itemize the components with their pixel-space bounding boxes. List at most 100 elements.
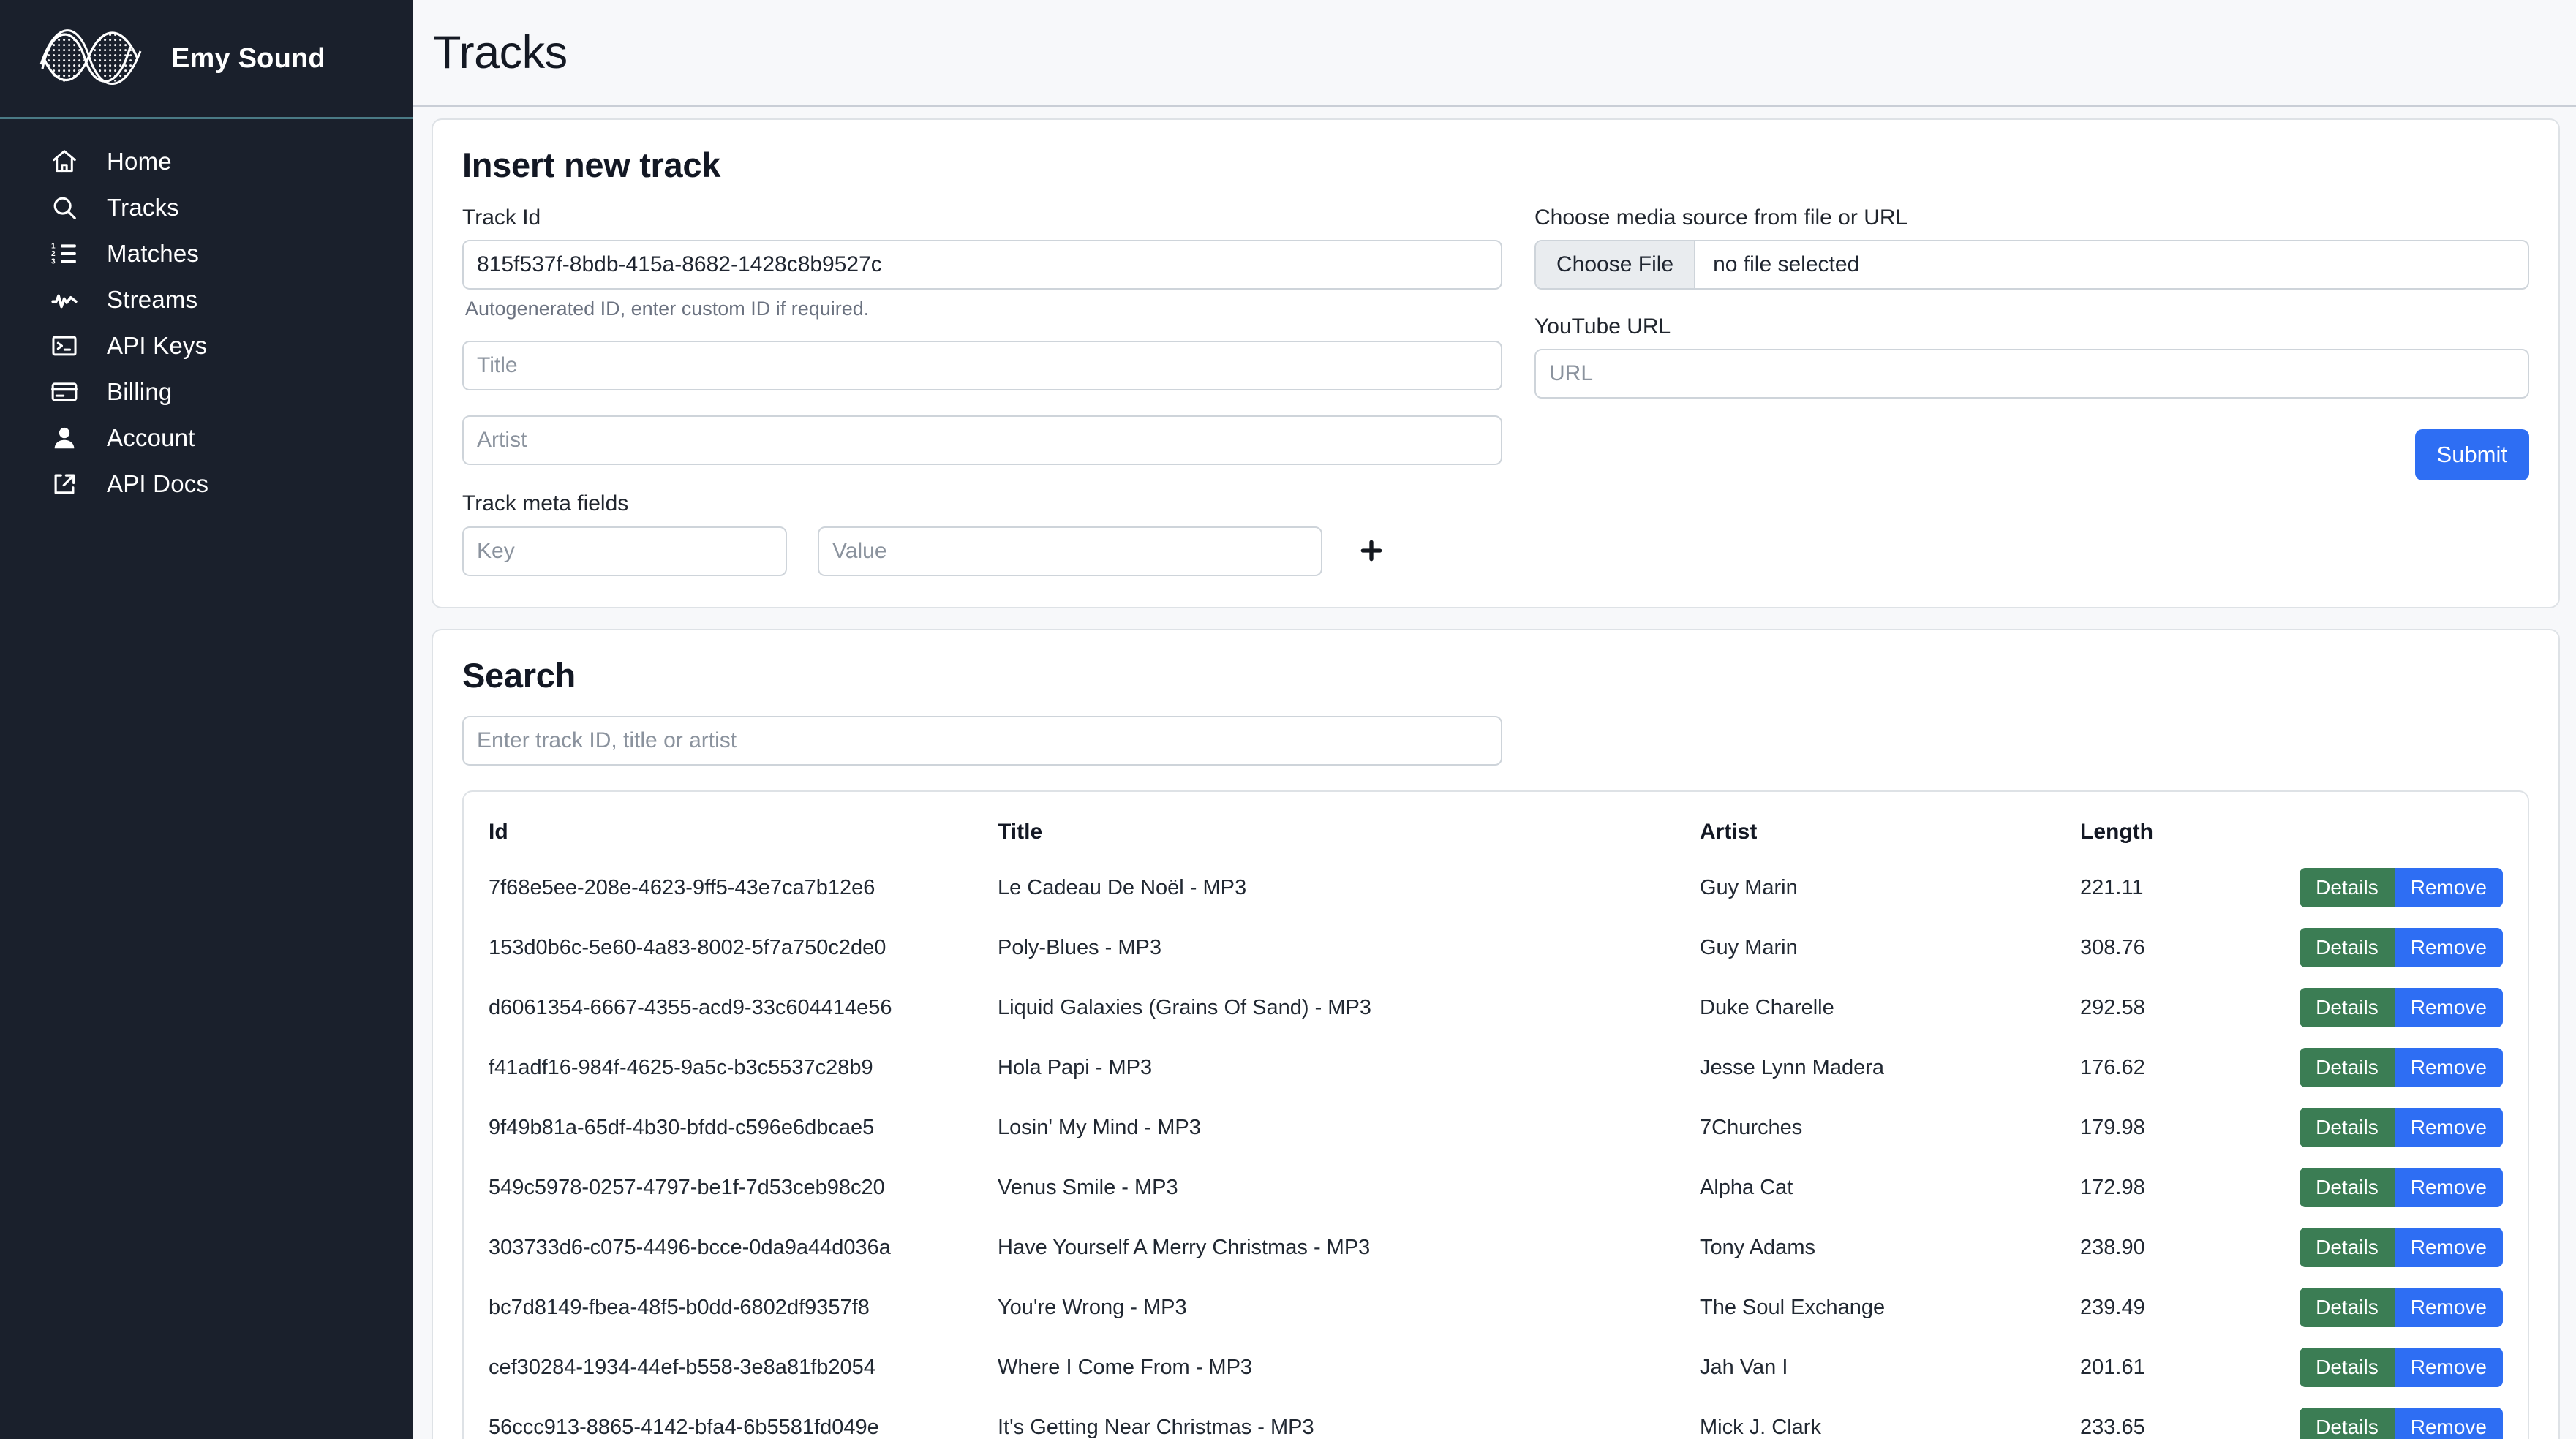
cell-artist: The Soul Exchange (1700, 1277, 2080, 1337)
ordered-list-icon: 1 2 3 (50, 239, 79, 268)
details-button[interactable]: Details (2300, 1348, 2395, 1387)
sidebar-item-label: Tracks (107, 194, 179, 222)
terminal-icon (50, 331, 79, 360)
search-icon (50, 193, 79, 222)
sidebar-nav: Home Tracks 1 2 (0, 119, 413, 507)
cell-artist: Jesse Lynn Madera (1700, 1038, 2080, 1098)
details-button[interactable]: Details (2300, 1048, 2395, 1087)
cell-title: You're Wrong - MP3 (998, 1277, 1700, 1337)
remove-button[interactable]: Remove (2395, 988, 2503, 1027)
user-icon (50, 423, 79, 453)
remove-button[interactable]: Remove (2395, 1348, 2503, 1387)
cell-id: 7f68e5ee-208e-4623-9ff5-43e7ca7b12e6 (464, 858, 998, 918)
remove-button[interactable]: Remove (2395, 1288, 2503, 1327)
sidebar-item-label: API Keys (107, 332, 207, 360)
cell-actions: DetailsRemove (2387, 858, 2528, 918)
track-meta-row (462, 526, 1502, 576)
table-row: f41adf16-984f-4625-9a5c-b3c5537c28b9Hola… (464, 1038, 2528, 1098)
sidebar-item-billing[interactable]: Billing (0, 369, 413, 415)
search-input[interactable] (462, 716, 1502, 766)
external-link-icon (50, 469, 79, 499)
row-action-group: DetailsRemove (2387, 1288, 2528, 1327)
cell-actions: DetailsRemove (2387, 1337, 2528, 1397)
row-action-group: DetailsRemove (2387, 928, 2528, 967)
cell-id: 549c5978-0257-4797-be1f-7d53ceb98c20 (464, 1157, 998, 1217)
plus-icon (1357, 536, 1386, 567)
tracks-table-body: 7f68e5ee-208e-4623-9ff5-43e7ca7b12e6Le C… (464, 858, 2528, 1439)
table-row: 9f49b81a-65df-4b30-bfdd-c596e6dbcae5Losi… (464, 1098, 2528, 1157)
column-header-title: Title (998, 792, 1700, 858)
cell-id: 56ccc913-8865-4142-bfa4-6b5581fd049e (464, 1397, 998, 1439)
track-id-label: Track Id (462, 205, 1502, 230)
cell-artist: Tony Adams (1700, 1217, 2080, 1277)
remove-button[interactable]: Remove (2395, 868, 2503, 907)
details-button[interactable]: Details (2300, 1288, 2395, 1327)
cell-title: Losin' My Mind - MP3 (998, 1098, 1700, 1157)
track-id-input[interactable] (462, 240, 1502, 290)
remove-button[interactable]: Remove (2395, 1048, 2503, 1087)
cell-artist: Guy Marin (1700, 918, 2080, 978)
title-input[interactable] (462, 341, 1502, 390)
remove-button[interactable]: Remove (2395, 1168, 2503, 1207)
row-action-group: DetailsRemove (2387, 1108, 2528, 1147)
svg-text:2: 2 (51, 250, 56, 258)
sidebar-item-label: Billing (107, 378, 172, 406)
artist-input[interactable] (462, 415, 1502, 465)
sidebar-item-api-docs[interactable]: API Docs (0, 461, 413, 507)
cell-artist: Duke Charelle (1700, 978, 2080, 1038)
sidebar-item-home[interactable]: Home (0, 138, 413, 184)
cell-id: d6061354-6667-4355-acd9-33c604414e56 (464, 978, 998, 1038)
youtube-url-input[interactable] (1534, 349, 2529, 399)
file-picker[interactable]: Choose File no file selected (1534, 240, 2529, 290)
remove-button[interactable]: Remove (2395, 928, 2503, 967)
table-row: 153d0b6c-5e60-4a83-8002-5f7a750c2de0Poly… (464, 918, 2528, 978)
cell-artist: Guy Marin (1700, 858, 2080, 918)
cell-title: Have Yourself A Merry Christmas - MP3 (998, 1217, 1700, 1277)
choose-file-button[interactable]: Choose File (1536, 241, 1695, 288)
cell-id: cef30284-1934-44ef-b558-3e8a81fb2054 (464, 1337, 998, 1397)
file-picker-status: no file selected (1695, 241, 1859, 288)
remove-button[interactable]: Remove (2395, 1108, 2503, 1147)
details-button[interactable]: Details (2300, 988, 2395, 1027)
details-button[interactable]: Details (2300, 928, 2395, 967)
cell-actions: DetailsRemove (2387, 1157, 2528, 1217)
cell-actions: DetailsRemove (2387, 1038, 2528, 1098)
table-row: 303733d6-c075-4496-bcce-0da9a44d036aHave… (464, 1217, 2528, 1277)
search-title: Search (462, 655, 2529, 695)
details-button[interactable]: Details (2300, 868, 2395, 907)
cell-artist: 7Churches (1700, 1098, 2080, 1157)
insert-left-column: Track Id Autogenerated ID, enter custom … (462, 205, 1502, 576)
sidebar-item-tracks[interactable]: Tracks (0, 184, 413, 230)
search-card: Search Id Title Artist Length (432, 629, 2560, 1439)
svg-text:3: 3 (51, 257, 56, 265)
table-row: d6061354-6667-4355-acd9-33c604414e56Liqu… (464, 978, 2528, 1038)
sidebar-item-api-keys[interactable]: API Keys (0, 322, 413, 369)
remove-button[interactable]: Remove (2395, 1228, 2503, 1267)
remove-button[interactable]: Remove (2395, 1408, 2503, 1439)
sidebar-item-streams[interactable]: Streams (0, 276, 413, 322)
cell-artist: Mick J. Clark (1700, 1397, 2080, 1439)
cell-id: 9f49b81a-65df-4b30-bfdd-c596e6dbcae5 (464, 1098, 998, 1157)
pulse-icon (50, 285, 79, 314)
sidebar-item-account[interactable]: Account (0, 415, 413, 461)
cell-artist: Alpha Cat (1700, 1157, 2080, 1217)
details-button[interactable]: Details (2300, 1168, 2395, 1207)
row-action-group: DetailsRemove (2387, 1348, 2528, 1387)
brand-name: Emy Sound (171, 43, 325, 75)
details-button[interactable]: Details (2300, 1228, 2395, 1267)
meta-value-input[interactable] (818, 526, 1322, 576)
sidebar-item-label: Streams (107, 286, 197, 314)
sidebar: Emy Sound Home Tracks (0, 0, 413, 1439)
meta-key-input[interactable] (462, 526, 787, 576)
add-meta-field-button[interactable] (1353, 533, 1390, 570)
submit-button[interactable]: Submit (2415, 429, 2529, 480)
cell-id: 153d0b6c-5e60-4a83-8002-5f7a750c2de0 (464, 918, 998, 978)
sidebar-item-matches[interactable]: 1 2 3 Matches (0, 230, 413, 276)
details-button[interactable]: Details (2300, 1108, 2395, 1147)
cell-title: Liquid Galaxies (Grains Of Sand) - MP3 (998, 978, 1700, 1038)
sidebar-item-label: Matches (107, 240, 199, 268)
youtube-url-label: YouTube URL (1534, 314, 2529, 339)
track-meta-fields-label: Track meta fields (462, 491, 1502, 516)
details-button[interactable]: Details (2300, 1408, 2395, 1439)
cell-id: 303733d6-c075-4496-bcce-0da9a44d036a (464, 1217, 998, 1277)
